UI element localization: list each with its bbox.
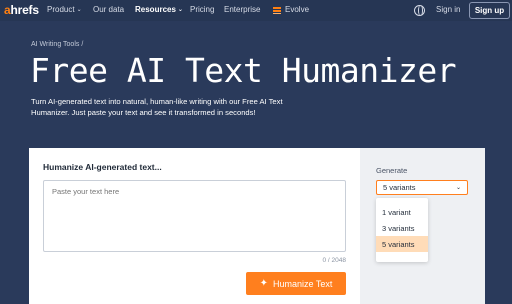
- variants-select[interactable]: 5 variants ⌄: [376, 180, 468, 195]
- input-panel: Humanize AI-generated text... 0 / 2048 ✦…: [29, 148, 360, 304]
- ahrefs-logo[interactable]: ahrefs: [4, 3, 39, 17]
- nav-item-product[interactable]: Product ⌄: [47, 5, 82, 15]
- humanize-text-button[interactable]: ✦ Humanize Text: [246, 272, 346, 295]
- globe-icon[interactable]: [414, 5, 425, 16]
- sign-up-button[interactable]: Sign up: [469, 2, 510, 19]
- page-title: Free AI Text Humanizer: [30, 51, 457, 90]
- options-panel: Generate 5 variants ⌄ 1 variant 3 varian…: [360, 148, 485, 304]
- option-5-variants[interactable]: 5 variants: [376, 236, 428, 252]
- nav-item-resources[interactable]: Resources ⌄: [135, 5, 183, 15]
- chevron-down-icon: ⌄: [177, 7, 183, 13]
- logo-rest: hrefs: [10, 3, 39, 17]
- variants-dropdown: 1 variant 3 variants 5 variants: [376, 198, 428, 262]
- character-counter: 0 / 2048: [322, 257, 347, 264]
- option-3-variants[interactable]: 3 variants: [376, 220, 428, 236]
- generate-label: Generate: [376, 166, 408, 175]
- nav-item-pricing[interactable]: Pricing: [190, 5, 214, 15]
- input-label: Humanize AI-generated text...: [43, 162, 162, 172]
- nav-item-enterprise[interactable]: Enterprise: [224, 5, 260, 15]
- nav-item-label: Resources: [135, 5, 176, 14]
- humanizer-card: Humanize AI-generated text... 0 / 2048 ✦…: [29, 148, 485, 304]
- nav-item-label: Enterprise: [224, 5, 261, 14]
- option-1-variant[interactable]: 1 variant: [376, 204, 428, 220]
- text-input[interactable]: [43, 180, 346, 252]
- nav-item-label: Our data: [93, 5, 125, 14]
- sparkle-icon: ✦: [259, 277, 268, 289]
- chevron-down-icon: ⌄: [455, 184, 461, 191]
- nav-item-label: Product: [47, 5, 75, 14]
- sign-in-link[interactable]: Sign in: [436, 5, 460, 15]
- page-description: Turn AI-generated text into natural, hum…: [31, 97, 283, 117]
- nav-item-our-data[interactable]: Our data: [93, 5, 124, 15]
- breadcrumb[interactable]: AI Writing Tools /: [31, 40, 83, 49]
- nav-item-label: Pricing: [190, 5, 215, 14]
- top-nav: ahrefs Product ⌄ Our data Resources ⌄ Pr…: [0, 0, 512, 21]
- evolve-icon: [273, 6, 281, 14]
- nav-item-label: Evolve: [285, 5, 310, 14]
- humanize-button-label: Humanize Text: [273, 278, 333, 289]
- selected-variant: 5 variants: [383, 183, 416, 192]
- sign-in-label: Sign in: [436, 5, 461, 14]
- chevron-down-icon: ⌄: [76, 7, 82, 13]
- nav-item-evolve[interactable]: Evolve: [273, 5, 309, 15]
